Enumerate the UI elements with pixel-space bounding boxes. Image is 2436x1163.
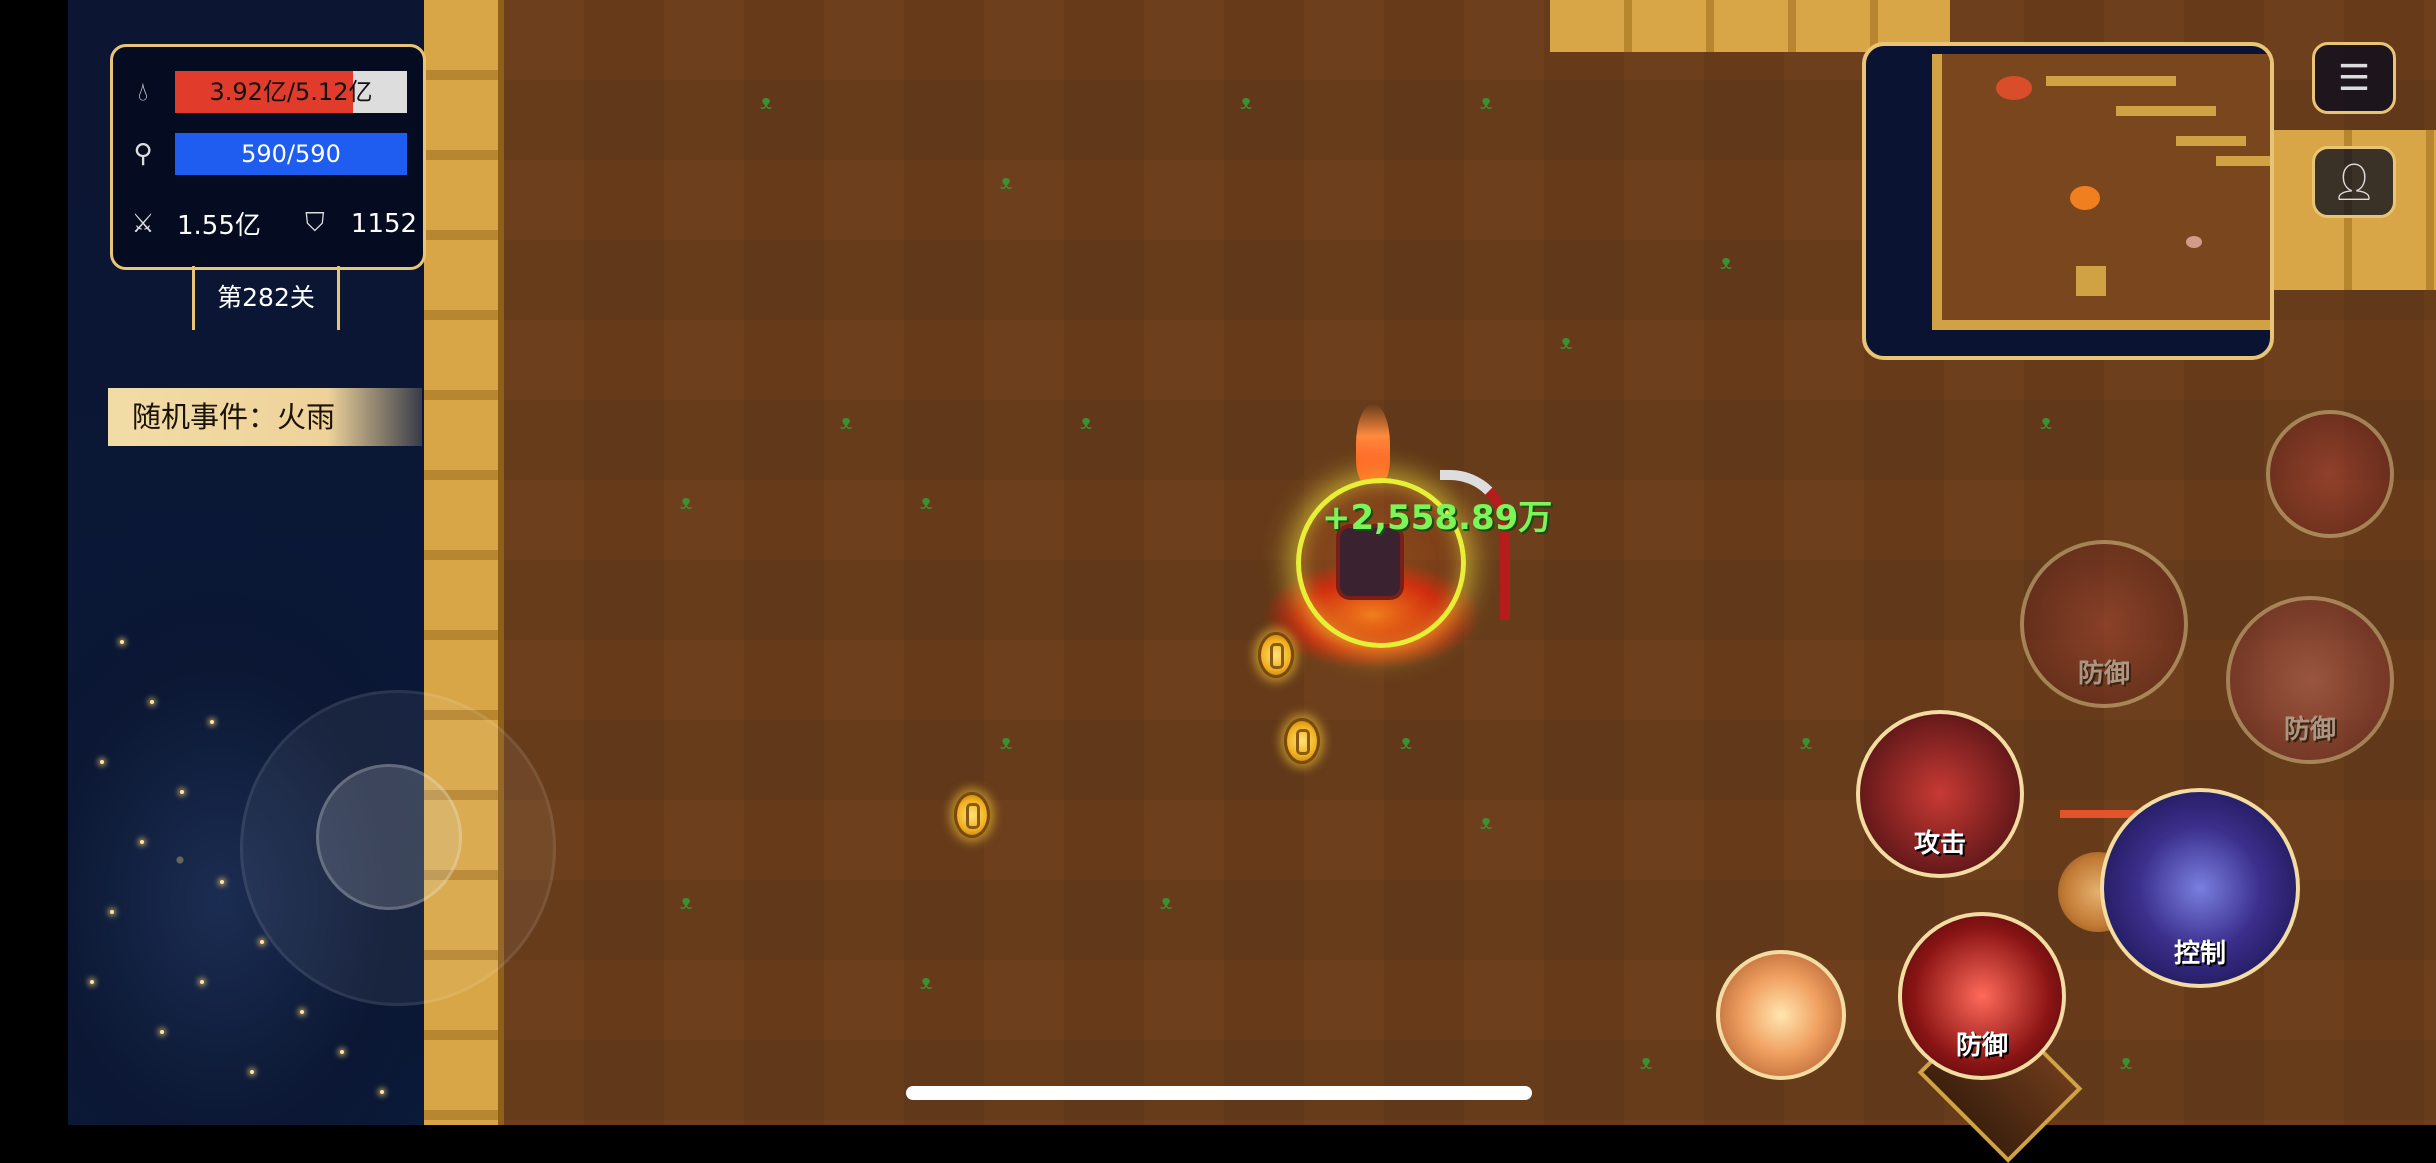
drop-icon: 💧︎	[137, 76, 149, 107]
flame-effect	[1356, 404, 1390, 484]
skill-fire-rain[interactable]	[1716, 950, 1846, 1080]
skill-label: 攻击	[1913, 829, 1966, 859]
home-indicator[interactable]	[906, 1086, 1532, 1100]
minimap-wall	[2046, 76, 2176, 86]
screen-edge	[0, 0, 68, 1125]
menu-icon: ☰	[2337, 57, 2371, 99]
menu-button[interactable]: ☰	[2312, 42, 2396, 114]
magnifier-icon: ⚲	[133, 139, 153, 169]
hp-text: 3.92亿/5.12亿	[209, 78, 373, 106]
skill-defense[interactable]: 防御	[1898, 912, 2066, 1080]
minimap-wall	[2076, 266, 2106, 296]
hp-bar: 3.92亿/5.12亿	[175, 71, 407, 113]
attack-defense-row: ⚔︎ 1.55亿 ⛉ 1152	[125, 205, 417, 242]
person-icon: 👤︎	[2331, 162, 2377, 203]
skill-label: 防御	[2077, 659, 2130, 689]
minimap-enemy-marker	[1996, 76, 2032, 100]
skill-red-beast[interactable]	[2266, 410, 2394, 538]
stage-label: 第282关	[192, 266, 340, 330]
shield-icon: ⛉	[305, 208, 325, 238]
damage-popup: +2,558.89万	[1322, 498, 1553, 538]
minimap-wall	[2116, 106, 2216, 116]
player-stats-panel: 💧︎ 3.92亿/5.12亿 ⚲ 590/590 ⚔︎ 1.55亿 ⛉ 1152	[110, 44, 426, 270]
gold-coin	[1284, 718, 1320, 764]
minimap-item-marker	[2186, 236, 2202, 248]
skill-defense-faded-1[interactable]: 防御	[2020, 540, 2188, 708]
mp-row: ⚲ 590/590	[125, 131, 407, 177]
skill-attack[interactable]: 攻击	[1856, 710, 2024, 878]
skill-label: 防御	[1955, 1031, 2008, 1061]
hp-row: 💧︎ 3.92亿/5.12亿	[125, 69, 407, 115]
profile-button[interactable]: 👤︎	[2312, 146, 2396, 218]
skill-control[interactable]: 控制	[2100, 788, 2300, 988]
minimap-wall	[2216, 156, 2270, 166]
mp-bar: 590/590	[175, 133, 407, 175]
minimap[interactable]	[1862, 42, 2274, 360]
mp-text: 590/590	[241, 140, 341, 168]
random-event-banner: 随机事件：火雨	[108, 388, 422, 446]
virtual-joystick-knob[interactable]	[316, 764, 462, 910]
minimap-player-marker	[2070, 186, 2100, 210]
attack-value: 1.55亿	[177, 211, 261, 241]
minimap-wall	[2176, 136, 2246, 146]
skill-label: 防御	[2283, 715, 2336, 745]
gold-coin	[1258, 632, 1294, 678]
defense-value: 1152	[350, 208, 418, 239]
gold-coin	[954, 792, 990, 838]
skill-label: 控制	[2173, 939, 2226, 969]
skill-defense-faded-2[interactable]: 防御	[2226, 596, 2394, 764]
sword-icon: ⚔︎	[131, 208, 155, 239]
